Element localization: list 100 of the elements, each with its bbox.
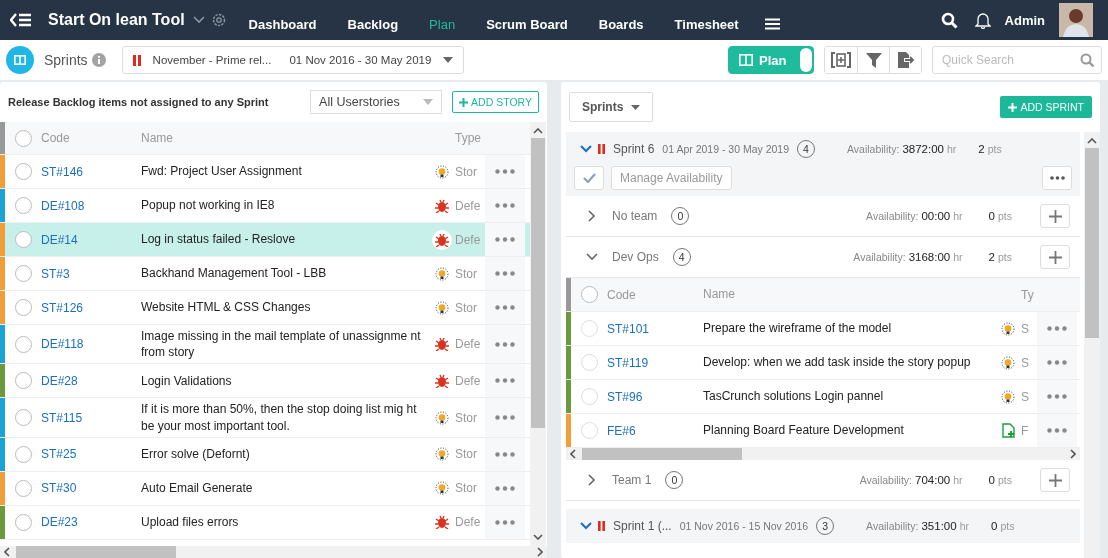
- more-icon[interactable]: [1047, 428, 1067, 433]
- sprint-item-row[interactable]: ST#101 Prepare the wireframe of the model S: [566, 312, 1080, 346]
- scroll-left-icon[interactable]: [4, 547, 10, 557]
- more-icon[interactable]: [495, 341, 515, 347]
- check-button[interactable]: [574, 166, 604, 190]
- row-checkbox[interactable]: [14, 163, 32, 180]
- nav-tab[interactable]: Boards: [598, 16, 644, 32]
- item-code[interactable]: DE#14: [41, 232, 141, 247]
- nav-tab[interactable]: Dashboard: [248, 16, 317, 32]
- more-icon[interactable]: [495, 237, 515, 242]
- backlog-row[interactable]: DE#28 Login Validations Defe: [0, 364, 530, 399]
- type-dropdown[interactable]: All Userstories: [310, 90, 443, 114]
- add-button[interactable]: [1040, 204, 1070, 228]
- add-button[interactable]: [1040, 468, 1070, 492]
- chevron-icon[interactable]: [580, 145, 592, 153]
- item-code[interactable]: ST#126: [41, 300, 141, 315]
- row-checkbox[interactable]: [580, 422, 598, 439]
- backlog-row[interactable]: ST#3 Backhand Management Tool - LBB Stor: [0, 257, 530, 291]
- item-code[interactable]: DE#108: [41, 198, 141, 213]
- item-code[interactable]: ST#3: [41, 266, 141, 281]
- item-code[interactable]: ST#96: [607, 389, 703, 404]
- chevron-icon[interactable]: [586, 251, 598, 263]
- row-checkbox[interactable]: [14, 299, 32, 316]
- more-icon[interactable]: [1047, 326, 1067, 331]
- release-dropdown[interactable]: November - Prime rel... 01 Nov 2016 - 30 May 2019: [121, 46, 465, 74]
- row-checkbox[interactable]: [580, 354, 598, 371]
- backlog-row[interactable]: ST#115 If it is more than 50%, then the stop doing list mig ht be your most important tool. Stor: [0, 398, 530, 438]
- add-button[interactable]: [1040, 245, 1070, 269]
- export-button[interactable]: [889, 47, 921, 73]
- backlog-row[interactable]: DE#23 Upload files errors Defe: [0, 505, 530, 540]
- select-all-checkbox[interactable]: [580, 286, 598, 303]
- backlog-row[interactable]: ST#126 Website HTML & CSS Changes Stor: [0, 291, 530, 325]
- sprint-item-row[interactable]: FE#6 Planning Board Feature Development F: [566, 414, 1080, 448]
- scroll-right-icon[interactable]: [1070, 449, 1076, 459]
- row-checkbox[interactable]: [14, 513, 32, 531]
- sprints-dropdown[interactable]: Sprints: [569, 92, 654, 122]
- more-icon[interactable]: [495, 451, 515, 457]
- more-icon[interactable]: [495, 485, 515, 491]
- avatar[interactable]: [1059, 3, 1093, 37]
- backlog-row[interactable]: DE#108 Popup not working in IE8 Defe: [0, 189, 530, 223]
- nav-tab[interactable]: Backlog: [347, 16, 399, 32]
- row-checkbox[interactable]: [14, 231, 32, 248]
- row-checkbox[interactable]: [14, 409, 32, 427]
- nav-tab[interactable]: Plan: [429, 16, 456, 32]
- chevron-icon[interactable]: [586, 210, 598, 222]
- item-code[interactable]: ST#101: [607, 321, 703, 336]
- row-checkbox[interactable]: [580, 388, 598, 405]
- more-icon[interactable]: [1047, 360, 1067, 365]
- horizontal-scrollbar[interactable]: [0, 546, 547, 558]
- chevron-icon[interactable]: [586, 474, 598, 486]
- more-button[interactable]: [1042, 166, 1072, 190]
- more-icon[interactable]: [495, 378, 515, 384]
- vertical-scrollbar[interactable]: [530, 122, 546, 546]
- row-checkbox[interactable]: [14, 265, 32, 282]
- menu-icon[interactable]: [764, 18, 780, 30]
- backlog-row[interactable]: ST#30 Auto Email Generate Stor: [0, 471, 530, 506]
- row-checkbox[interactable]: [14, 372, 32, 390]
- backlog-row[interactable]: ST#146 Fwd: Project User Assignment Stor: [0, 155, 530, 189]
- scroll-up-icon[interactable]: [533, 128, 543, 134]
- item-code[interactable]: ST#146: [41, 164, 141, 179]
- item-code[interactable]: DE#28: [41, 373, 141, 388]
- board-icon[interactable]: [6, 46, 34, 74]
- scroll-up-icon[interactable]: [1087, 138, 1097, 144]
- more-icon[interactable]: [495, 203, 515, 208]
- backlog-row[interactable]: DE#118 Image missing in the mail template of unassignme nt from story Defe: [0, 325, 530, 365]
- item-code[interactable]: ST#119: [607, 355, 703, 370]
- nav-tab[interactable]: Timesheet: [674, 16, 739, 32]
- more-icon[interactable]: [1047, 394, 1067, 399]
- row-checkbox[interactable]: [580, 320, 598, 337]
- caret-icon[interactable]: [192, 16, 205, 24]
- row-checkbox[interactable]: [14, 445, 32, 463]
- more-icon[interactable]: [495, 305, 515, 310]
- info-icon[interactable]: [91, 53, 106, 67]
- row-checkbox[interactable]: [14, 197, 32, 214]
- item-code[interactable]: DE#118: [41, 337, 141, 352]
- more-icon[interactable]: [495, 415, 515, 421]
- bell-icon[interactable]: [974, 11, 991, 29]
- select-all-checkbox[interactable]: [14, 129, 32, 147]
- scroll-left-icon[interactable]: [570, 449, 576, 459]
- sprint-item-row[interactable]: ST#119 Develop: when we add task inside the story popup S: [566, 346, 1080, 380]
- scroll-right-icon[interactable]: [537, 547, 543, 557]
- row-checkbox[interactable]: [14, 479, 32, 497]
- more-icon[interactable]: [495, 271, 515, 276]
- item-code[interactable]: ST#115: [41, 410, 141, 425]
- row-checkbox[interactable]: [14, 335, 32, 353]
- search-field[interactable]: Quick Search: [932, 46, 1102, 74]
- sprint-item-row[interactable]: ST#96 TasCrunch solutions Login pannel S: [566, 380, 1080, 414]
- search-icon[interactable]: [940, 11, 958, 29]
- back-menu-icon[interactable]: [10, 13, 32, 27]
- more-icon[interactable]: [495, 519, 515, 525]
- item-code[interactable]: DE#23: [41, 515, 141, 530]
- vertical-scrollbar[interactable]: [1084, 132, 1100, 558]
- item-code[interactable]: FE#6: [607, 423, 703, 438]
- backlog-row[interactable]: ST#25 Error solve (Defornt) Stor: [0, 437, 530, 472]
- settings-icon[interactable]: [210, 12, 227, 28]
- item-code[interactable]: ST#25: [41, 447, 141, 462]
- more-icon[interactable]: [495, 169, 515, 174]
- horizontal-scrollbar[interactable]: [566, 448, 1080, 460]
- nav-tab[interactable]: Scrum Board: [486, 16, 568, 32]
- item-code[interactable]: ST#30: [41, 481, 141, 496]
